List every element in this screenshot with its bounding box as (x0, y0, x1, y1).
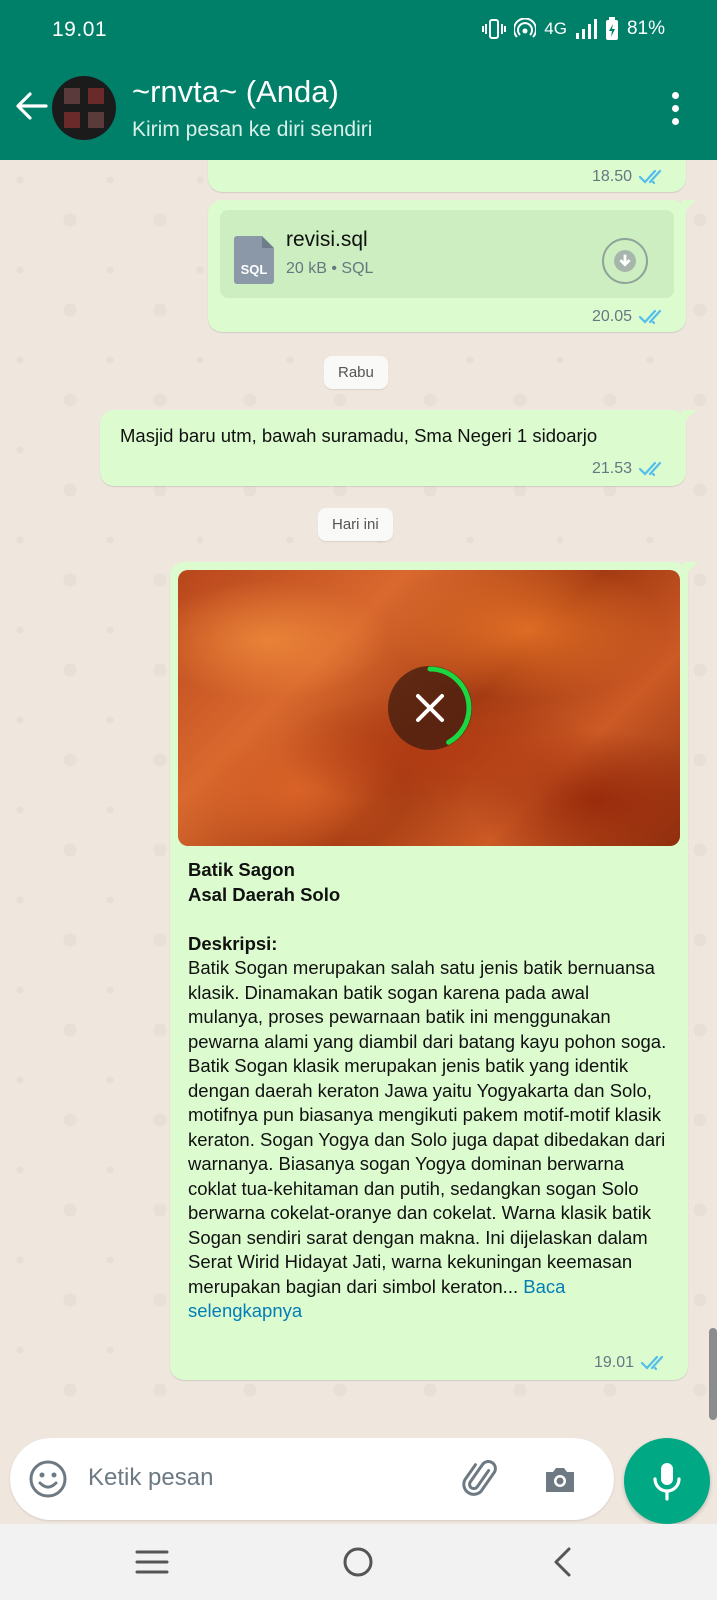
download-icon[interactable] (602, 238, 648, 284)
text-message[interactable]: Masjid baru utm, bawah suramadu, Sma Neg… (100, 410, 696, 486)
caption-title: Batik Sagon (188, 859, 295, 880)
attach-icon[interactable] (460, 1458, 502, 1500)
message-input[interactable]: Ketik pesan (10, 1438, 614, 1520)
avatar[interactable] (52, 76, 116, 140)
document-card[interactable]: SQL revisi.sql 20 kB • SQL (220, 210, 674, 298)
back-arrow-icon[interactable] (10, 84, 54, 128)
top-bar: 19.01 4G 81% ~rnvta~ (Anda) Kirim pesan … (0, 0, 717, 160)
image-preview[interactable] (178, 570, 680, 846)
document-message[interactable]: SQL revisi.sql 20 kB • SQL 20.05 (208, 200, 696, 332)
battery-level: 81% (626, 18, 665, 39)
battery-icon (605, 17, 618, 40)
hotspot-icon (514, 18, 537, 38)
message-time: 18.50 (591, 168, 632, 185)
camera-icon[interactable] (540, 1460, 580, 1500)
input-bar: Ketik pesan (0, 1432, 717, 1524)
system-nav-bar (0, 1524, 717, 1600)
signal-icon (575, 19, 597, 39)
message-text: Masjid baru utm, bawah suramadu, Sma Neg… (120, 425, 598, 446)
emoji-icon[interactable] (28, 1459, 68, 1499)
status-time: 19.01 (52, 18, 108, 41)
image-caption: Batik Sagon Asal Daerah Solo Deskripsi: … (188, 858, 668, 1324)
date-chip: Hari ini (318, 508, 393, 541)
status-icons: 4G 81% (482, 17, 665, 41)
vibrate-icon (482, 19, 507, 39)
voice-record-button[interactable] (624, 1438, 710, 1524)
document-info: 20 kB • SQL (286, 260, 374, 277)
date-chip: Rabu (324, 356, 388, 389)
sql-file-icon: SQL (234, 236, 274, 284)
message-time: 21.53 (591, 460, 632, 477)
double-check-icon (640, 1355, 664, 1371)
chat-header: ~rnvta~ (Anda) Kirim pesan ke diri sendi… (0, 62, 717, 160)
caption-origin: Asal Daerah Solo (188, 883, 341, 905)
double-check-icon (638, 169, 662, 185)
upload-progress[interactable] (386, 664, 474, 752)
chat-title[interactable]: ~rnvta~ (Anda) (132, 74, 339, 110)
more-options-icon[interactable] (669, 92, 681, 128)
message-time: 20.05 (591, 308, 632, 325)
chat-subtitle[interactable]: Kirim pesan ke diri sendiri (132, 118, 372, 142)
recents-icon[interactable] (128, 1538, 176, 1586)
message-placeholder[interactable]: Ketik pesan (88, 1464, 213, 1492)
caption-description: Batik Sogan merupakan salah satu jenis b… (188, 957, 667, 1297)
chat-area[interactable]: 18.50 SQL revisi.sql 20 kB • SQL 20.05 R… (0, 160, 717, 1432)
double-check-icon (638, 309, 662, 325)
document-name: revisi.sql (286, 228, 368, 251)
status-bar: 19.01 4G 81% (0, 0, 717, 60)
scrollbar[interactable] (709, 1328, 717, 1420)
caption-desc-label: Deskripsi: (188, 932, 278, 954)
microphone-icon (653, 1463, 681, 1501)
message-time: 19.01 (593, 1354, 634, 1371)
image-message[interactable]: Batik Sagon Asal Daerah Solo Deskripsi: … (170, 562, 698, 1380)
home-icon[interactable] (334, 1538, 382, 1586)
back-icon[interactable] (540, 1538, 588, 1586)
message-bubble[interactable]: 18.50 (208, 160, 686, 192)
network-type: 4G (544, 19, 567, 38)
double-check-icon (638, 461, 662, 477)
